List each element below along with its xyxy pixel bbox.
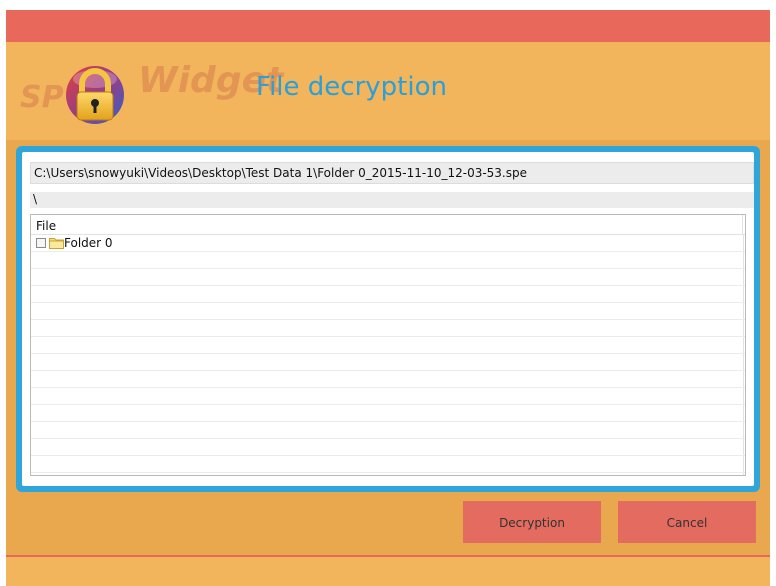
- table-row: [31, 337, 745, 354]
- table-row: [31, 456, 745, 473]
- footer-bar: [6, 557, 770, 586]
- sp-widget-logo: SP Widget: [20, 58, 283, 128]
- table-row: [31, 286, 745, 303]
- table-row: [31, 252, 745, 269]
- title-bar[interactable]: [6, 10, 770, 42]
- table-row: [31, 303, 745, 320]
- table-row[interactable]: Folder 0: [31, 235, 745, 252]
- logo-text-sp: SP: [20, 80, 64, 115]
- header: SP Widget File decryption: [6, 42, 770, 140]
- table-row: [31, 320, 745, 337]
- table-row: [31, 439, 745, 456]
- lock-icon: [66, 66, 124, 124]
- table-row: [31, 405, 745, 422]
- table-row: [31, 388, 745, 405]
- app-window: SP Widget File decryption C:\Users\snowy…: [6, 10, 770, 586]
- folder-checkbox[interactable]: [36, 238, 46, 248]
- table-header: File: [31, 215, 745, 235]
- table-rows: Folder 0: [31, 235, 745, 473]
- table-row: [31, 354, 745, 371]
- folder-icon: [49, 238, 64, 249]
- decryption-button[interactable]: Decryption: [463, 501, 601, 543]
- page-title: File decryption: [256, 72, 447, 102]
- file-table[interactable]: File Folder 0: [30, 214, 746, 476]
- table-row: [31, 371, 745, 388]
- decryption-panel: C:\Users\snowyuki\Videos\Desktop\Test Da…: [22, 152, 754, 486]
- column-header-file[interactable]: File: [31, 215, 743, 235]
- decryption-panel-frame: C:\Users\snowyuki\Videos\Desktop\Test Da…: [16, 146, 760, 492]
- table-row: [31, 269, 745, 286]
- current-folder-field[interactable]: \: [30, 192, 754, 208]
- row-label: Folder 0: [64, 236, 113, 250]
- table-row: [31, 422, 745, 439]
- cancel-button[interactable]: Cancel: [618, 501, 756, 543]
- file-path-field[interactable]: C:\Users\snowyuki\Videos\Desktop\Test Da…: [30, 162, 754, 184]
